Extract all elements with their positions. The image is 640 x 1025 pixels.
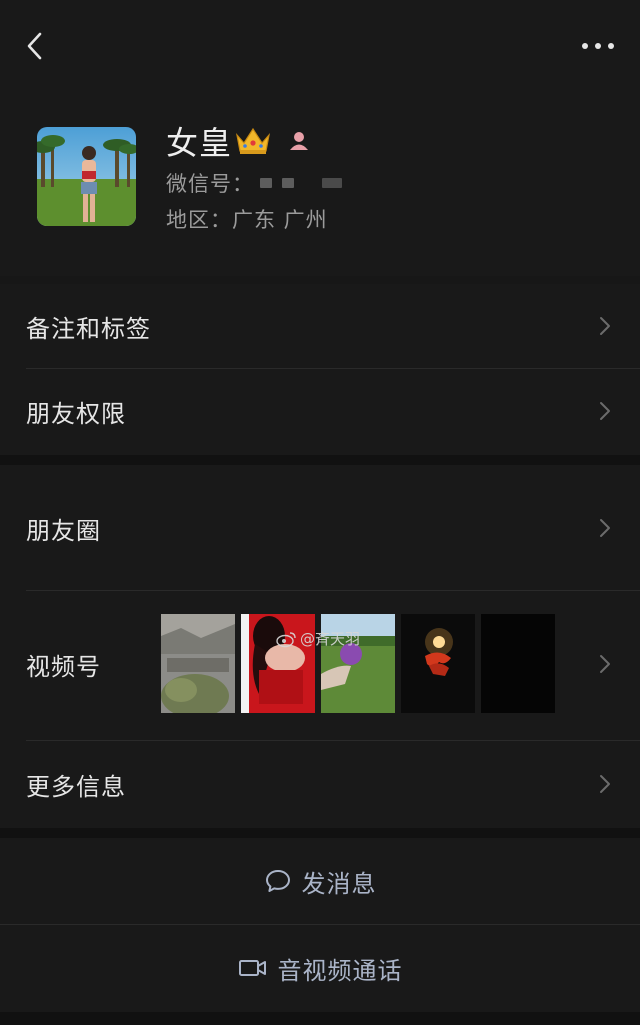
wechat-id-redacted [260,178,272,188]
channels-label: 视频号 [26,652,101,681]
av-call-label: 音视频通话 [277,956,403,985]
profile-header: 女皇 微信号： 地区：广东 广州 [0,96,640,276]
back-icon[interactable] [20,28,56,64]
profile-name: 女皇 [166,124,233,162]
watermark-text: @斉天羽 [300,630,361,648]
bottom-strip [0,1012,640,1025]
wechat-id-label: 微信号： [166,172,254,196]
chevron-right-icon [600,317,610,335]
wechat-id-redacted [282,178,294,188]
top-bar [0,0,640,96]
chevron-right-icon [600,655,610,673]
chat-bubble-icon [265,870,290,892]
channel-thumbnail[interactable] [401,614,475,713]
moments-label: 朋友圈 [26,516,101,545]
chevron-right-icon [600,775,610,793]
more-info-row[interactable]: 更多信息 [0,742,640,826]
chevron-right-icon [600,402,610,420]
avatar-image [37,127,136,226]
weibo-icon [276,631,296,647]
video-camera-icon [238,960,266,976]
thumbnail-image [161,614,235,713]
more-dots-icon[interactable] [578,32,618,60]
moments-row[interactable]: 朋友圈 [0,485,640,571]
send-message-button[interactable]: 发消息 [0,838,640,924]
divider [0,828,640,838]
watermark: @斉天羽 [276,628,360,649]
friend-permissions-label: 朋友权限 [26,399,126,428]
avatar[interactable] [37,127,136,226]
wechat-id: 微信号： [166,168,342,198]
send-message-label: 发消息 [301,869,377,898]
remark-tags-row[interactable]: 备注和标签 [0,284,640,368]
hairline [26,740,640,741]
name-row: 女皇 [166,120,312,162]
friend-permissions-row[interactable]: 朋友权限 [0,369,640,453]
thumbnail-image [401,614,475,713]
region: 地区：广东 广州 [166,208,328,232]
remark-tags-label: 备注和标签 [26,314,151,343]
female-icon [290,132,309,150]
divider [0,455,640,465]
channel-thumbnail[interactable] [161,614,235,713]
channel-thumbnail[interactable] [481,614,555,713]
av-call-button[interactable]: 音视频通话 [0,925,640,1011]
crown-icon [236,127,271,154]
chevron-right-icon [600,519,610,537]
divider [0,276,640,284]
thumbnail-image [481,614,555,713]
hairline [26,590,640,591]
wechat-id-redacted [322,178,342,188]
more-info-label: 更多信息 [26,772,126,801]
